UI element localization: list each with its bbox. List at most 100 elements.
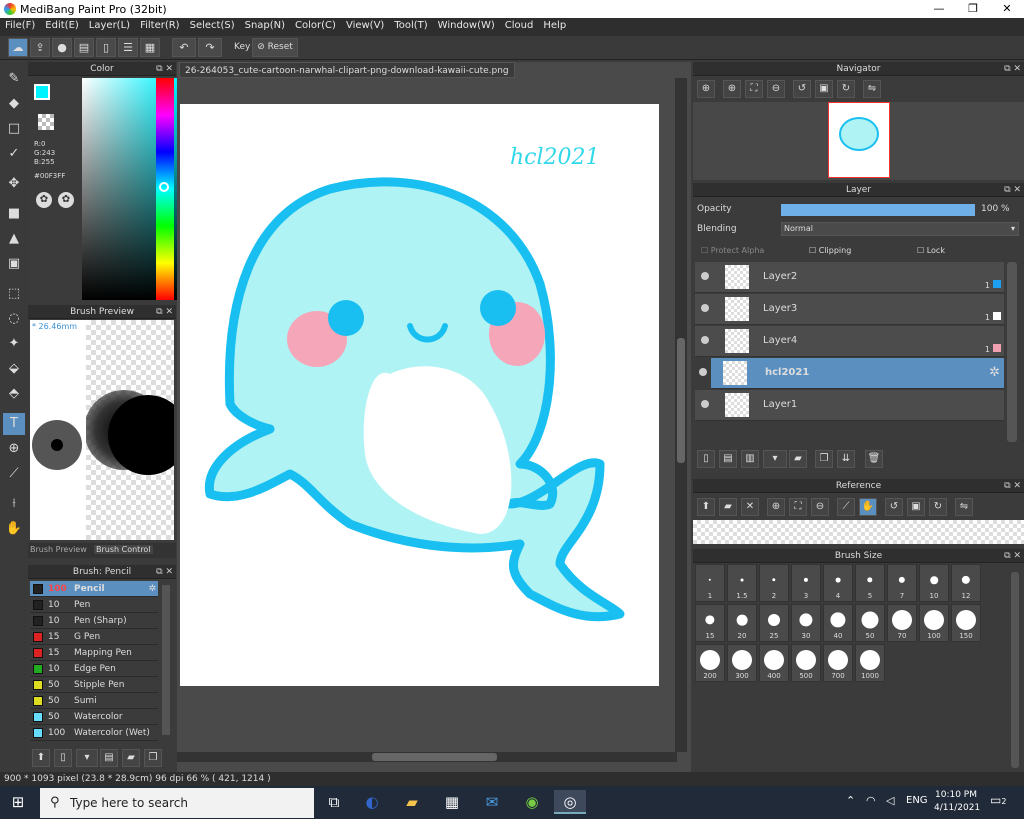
zoom-in-icon[interactable]: ⊕: [723, 80, 741, 98]
brush-item[interactable]: 100 Watercolor (Wet): [30, 725, 158, 741]
panel-controls-icon[interactable]: ⧉ ✕: [1004, 549, 1021, 563]
document-tab[interactable]: 26-264053_cute-cartoon-narwhal-clipart-p…: [179, 62, 515, 78]
brush-size-option[interactable]: 10: [919, 564, 949, 602]
brush-size-option[interactable]: 3: [791, 564, 821, 602]
operation-tool-icon[interactable]: ⊕: [3, 438, 25, 460]
brush-size-option[interactable]: 1.5: [727, 564, 757, 602]
eyedropper-icon[interactable]: ⟊: [3, 493, 25, 515]
layer-row[interactable]: Layer4 1: [695, 326, 1004, 357]
tab-brush-preview[interactable]: Brush Preview: [30, 545, 87, 554]
brush-size-option[interactable]: 20: [727, 604, 757, 642]
eye-icon[interactable]: [701, 272, 709, 280]
eraser-tool-icon[interactable]: ◆: [3, 93, 25, 115]
tab-brush-control[interactable]: Brush Control: [94, 545, 153, 554]
close-button[interactable]: ✕: [990, 0, 1024, 18]
magic-wand-icon[interactable]: ✦: [3, 333, 25, 355]
share-icon[interactable]: ⇪: [30, 38, 50, 57]
eye-icon[interactable]: [701, 336, 709, 344]
zoom-fit-icon[interactable]: ⊕: [697, 80, 715, 98]
gradient-tool-icon[interactable]: ▣: [3, 253, 25, 275]
brush-size-option[interactable]: 4: [823, 564, 853, 602]
layer-folder-icon[interactable]: ▰: [789, 450, 807, 468]
hand-tool-icon[interactable]: ✋: [3, 518, 25, 540]
menu-edit[interactable]: Edit(E): [40, 18, 84, 33]
select-rect-icon[interactable]: ⬚: [3, 283, 25, 305]
brush-item[interactable]: 10 Pen (Sharp): [30, 613, 158, 629]
brush-item[interactable]: 50 Watercolor: [30, 709, 158, 725]
green-app-icon[interactable]: ◉: [516, 790, 548, 814]
move-tool-icon[interactable]: ✥: [3, 173, 25, 195]
ref-hand-icon[interactable]: ✋: [859, 498, 877, 516]
ref-flip-icon[interactable]: ⇋: [955, 498, 973, 516]
file-explorer-icon[interactable]: ▰: [396, 790, 428, 814]
flip-icon[interactable]: ⇋: [863, 80, 881, 98]
brush-add-menu-icon[interactable]: ▾: [76, 749, 98, 767]
cloud-icon[interactable]: ☁: [8, 38, 28, 57]
navigator-thumbnail[interactable]: [828, 102, 890, 178]
brush-size-option[interactable]: 200: [695, 644, 725, 682]
brush-size-option[interactable]: 300: [727, 644, 757, 682]
page-icon[interactable]: ▯: [96, 38, 116, 57]
layer-list-scrollbar[interactable]: [1007, 262, 1017, 442]
layer-row[interactable]: hcl2021 ✲: [699, 358, 1004, 389]
check-tool-icon[interactable]: ✓: [3, 143, 25, 165]
brush-size-option[interactable]: 400: [759, 644, 789, 682]
brush-size-option[interactable]: 50: [855, 604, 885, 642]
menu-filter[interactable]: Filter(R): [135, 18, 185, 33]
new-halftone-layer-icon[interactable]: ▤: [719, 450, 737, 468]
panel-controls-icon[interactable]: ⧉ ✕: [156, 305, 173, 319]
ref-rotate-reset-icon[interactable]: ▣: [907, 498, 925, 516]
brush-item[interactable]: 15 G Pen: [30, 629, 158, 645]
folder-icon[interactable]: ▰: [122, 749, 140, 767]
opacity-slider[interactable]: [781, 204, 975, 216]
pencil-tool-icon[interactable]: ✎: [3, 68, 25, 90]
brush-size-option[interactable]: 100: [919, 604, 949, 642]
redo-icon[interactable]: ↷: [198, 38, 222, 57]
store-icon[interactable]: ▦: [436, 790, 468, 814]
brush-size-option[interactable]: 70: [887, 604, 917, 642]
eye-icon[interactable]: [699, 368, 707, 376]
brush-size-option[interactable]: 12: [951, 564, 981, 602]
ref-rotate-right-icon[interactable]: ↻: [929, 498, 947, 516]
merge-layer-icon[interactable]: ⇊: [837, 450, 855, 468]
layer-add-menu-icon[interactable]: ▾: [763, 450, 787, 468]
ref-open-icon[interactable]: ▰: [719, 498, 737, 516]
brush-size-option[interactable]: 700: [823, 644, 853, 682]
eye-icon[interactable]: [701, 400, 709, 408]
cloud-download-icon[interactable]: ⬆: [32, 749, 50, 767]
menu-color[interactable]: Color(C): [290, 18, 341, 33]
minimize-button[interactable]: —: [922, 0, 956, 18]
windows-start-icon[interactable]: ⊞: [2, 790, 34, 814]
brush-settings-icon[interactable]: ▤: [100, 749, 118, 767]
ref-fit-icon[interactable]: ⛶: [789, 498, 807, 516]
lasso-icon[interactable]: ◌: [3, 308, 25, 330]
horizontal-scrollbar[interactable]: [177, 752, 677, 762]
menu-layer[interactable]: Layer(L): [84, 18, 135, 33]
new-layer-icon[interactable]: ▯: [697, 450, 715, 468]
menu-tool[interactable]: Tool(T): [389, 18, 432, 33]
ref-cloud-icon[interactable]: ⬆: [697, 498, 715, 516]
drawing-canvas[interactable]: hcl2021: [180, 104, 659, 686]
gear-icon[interactable]: ✲: [148, 581, 156, 597]
layer-row[interactable]: Layer1: [695, 390, 1004, 421]
rotate-left-icon[interactable]: ↺: [793, 80, 811, 98]
palette-icon[interactable]: ✿: [36, 192, 52, 208]
brush-list-scrollbar[interactable]: [162, 585, 170, 735]
panel-controls-icon[interactable]: ⧉ ✕: [1004, 62, 1021, 76]
panel-controls-icon[interactable]: ⧉ ✕: [156, 62, 173, 76]
brush-item[interactable]: 10 Pen: [30, 597, 158, 613]
ref-eyedropper-icon[interactable]: ⟋: [837, 498, 855, 516]
brush-item[interactable]: 50 Stipple Pen: [30, 677, 158, 693]
menu-window[interactable]: Window(W): [433, 18, 500, 33]
bucket-tool-icon[interactable]: ▲: [3, 228, 25, 250]
ref-rotate-left-icon[interactable]: ↺: [885, 498, 903, 516]
eye-icon[interactable]: [701, 304, 709, 312]
text-tool-icon[interactable]: T: [3, 413, 25, 435]
menu-file[interactable]: File(F): [0, 18, 40, 33]
zoom-out-icon[interactable]: ⊖: [767, 80, 785, 98]
edge-browser-icon[interactable]: ◐: [356, 790, 388, 814]
ref-zoom-out-icon[interactable]: ⊖: [811, 498, 829, 516]
hue-handle[interactable]: [159, 182, 169, 192]
task-view-icon[interactable]: ⧉: [318, 790, 350, 814]
horizontal-scroll-thumb[interactable]: [372, 753, 497, 761]
